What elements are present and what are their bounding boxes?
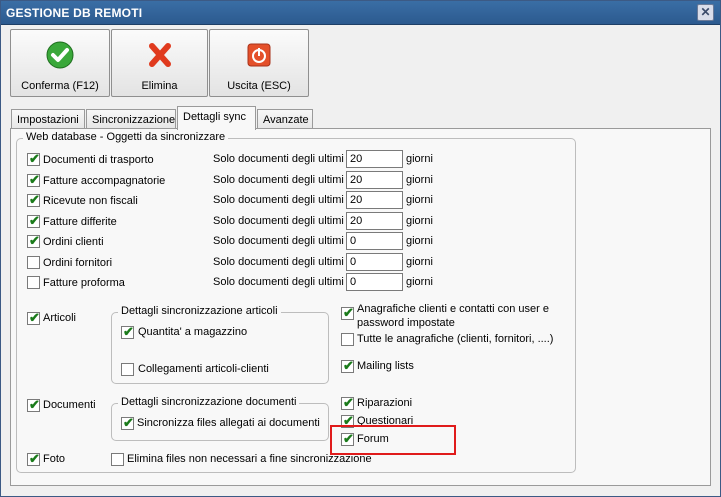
check-icon: ✔ xyxy=(343,395,354,410)
power-icon xyxy=(247,43,271,67)
check-icon: ✔ xyxy=(29,451,40,466)
doc-days-suffix: giorni xyxy=(406,235,433,247)
riparazioni-checkbox[interactable]: ✔ xyxy=(341,395,354,410)
doc-days-suffix: giorni xyxy=(406,194,433,206)
elimina-files-checkbox[interactable] xyxy=(111,453,124,466)
checkmark-icon xyxy=(46,41,74,69)
tutte-anagrafiche-label: Tutte le anagrafiche (clienti, fornitori… xyxy=(357,333,554,345)
tab-avanzate[interactable]: Avanzate xyxy=(257,109,313,129)
doc-days-prefix: Solo documenti degli ultimi xyxy=(213,153,344,165)
documenti-checkbox[interactable]: ✔ xyxy=(27,397,40,412)
check-icon: ✔ xyxy=(29,151,40,166)
doc-checkbox[interactable]: ✔ xyxy=(27,233,40,248)
check-icon: ✔ xyxy=(29,172,40,187)
anagrafiche-user-checkbox[interactable]: ✔ xyxy=(341,305,354,320)
check-icon: ✔ xyxy=(343,305,354,320)
exit-label: Uscita (ESC) xyxy=(227,80,291,92)
collegamenti-articoli-label: Collegamenti articoli-clienti xyxy=(138,363,269,375)
check-icon: ✔ xyxy=(29,397,40,412)
confirm-label: Conferma (F12) xyxy=(21,80,99,92)
doc-checkbox[interactable] xyxy=(27,276,40,289)
delete-button[interactable]: Elimina xyxy=(111,29,208,97)
check-icon: ✔ xyxy=(123,415,134,430)
quantita-magazzino-checkbox[interactable]: ✔ xyxy=(121,324,134,339)
doc-days-suffix: giorni xyxy=(406,153,433,165)
gestione-db-remoti-window: GESTIONE DB REMOTI ✕ Conferma (F12) Elim… xyxy=(0,0,721,497)
doc-checkbox[interactable] xyxy=(27,256,40,269)
riparazioni-label: Riparazioni xyxy=(357,397,413,409)
doc-days-suffix: giorni xyxy=(406,276,433,288)
quantita-magazzino-label: Quantita' a magazzino xyxy=(138,326,248,338)
collegamenti-articoli-checkbox[interactable] xyxy=(121,363,134,376)
delete-label: Elimina xyxy=(141,80,178,92)
doc-label: Ordini fornitori xyxy=(43,257,113,269)
documenti-details-title: Dettagli sincronizzazione documenti xyxy=(118,396,300,408)
articoli-label: Articoli xyxy=(43,312,77,324)
foto-checkbox[interactable]: ✔ xyxy=(27,451,40,466)
check-icon: ✔ xyxy=(343,358,354,373)
check-icon: ✔ xyxy=(123,324,134,339)
doc-label: Documenti di trasporto xyxy=(43,154,154,166)
doc-checkbox[interactable]: ✔ xyxy=(27,213,40,228)
documenti-label: Documenti xyxy=(43,399,96,411)
doc-days-input[interactable]: 20 xyxy=(346,150,403,168)
doc-checkbox[interactable]: ✔ xyxy=(27,151,40,166)
doc-days-input[interactable]: 20 xyxy=(346,171,403,189)
doc-days-prefix: Solo documenti degli ultimi xyxy=(213,276,344,288)
tab-dettagli-sync[interactable]: Dettagli sync xyxy=(177,106,256,130)
doc-checkbox[interactable]: ✔ xyxy=(27,192,40,207)
articoli-checkbox[interactable]: ✔ xyxy=(27,310,40,325)
check-icon: ✔ xyxy=(29,213,40,228)
files-allegati-checkbox[interactable]: ✔ xyxy=(121,415,134,430)
foto-label: Foto xyxy=(43,453,66,465)
forum-highlight-box xyxy=(330,425,456,455)
doc-days-input[interactable]: 0 xyxy=(346,253,403,271)
check-icon: ✔ xyxy=(29,310,40,325)
close-icon: ✕ xyxy=(700,5,711,19)
tab-impostazioni[interactable]: Impostazioni xyxy=(11,109,85,129)
doc-label: Fatture accompagnatorie xyxy=(43,175,166,187)
doc-label: Fatture differite xyxy=(43,216,117,228)
tab-sincronizzazione[interactable]: Sincronizzazione xyxy=(86,109,176,129)
mailing-lists-label: Mailing lists xyxy=(357,360,414,372)
window-title: GESTIONE DB REMOTI xyxy=(6,6,143,20)
doc-days-suffix: giorni xyxy=(406,174,433,186)
tutte-anagrafiche-checkbox[interactable] xyxy=(341,333,354,346)
confirm-button[interactable]: Conferma (F12) xyxy=(10,29,110,97)
check-icon: ✔ xyxy=(29,192,40,207)
doc-days-prefix: Solo documenti degli ultimi xyxy=(213,256,344,268)
mailing-lists-checkbox[interactable]: ✔ xyxy=(341,358,354,373)
doc-days-prefix: Solo documenti degli ultimi xyxy=(213,174,344,186)
doc-days-input[interactable]: 0 xyxy=(346,273,403,291)
exit-button[interactable]: Uscita (ESC) xyxy=(209,29,309,97)
web-database-group-title: Web database - Oggetti da sincronizzare xyxy=(23,131,229,143)
doc-label: Ricevute non fiscali xyxy=(43,195,138,207)
check-icon: ✔ xyxy=(29,233,40,248)
doc-days-input[interactable]: 0 xyxy=(346,232,403,250)
doc-days-suffix: giorni xyxy=(406,215,433,227)
close-button[interactable]: ✕ xyxy=(697,4,714,21)
doc-days-input[interactable]: 20 xyxy=(346,191,403,209)
delete-x-icon xyxy=(148,43,171,67)
doc-label: Ordini clienti xyxy=(43,236,104,248)
articoli-details-title: Dettagli sincronizzazione articoli xyxy=(118,305,281,317)
title-bar: GESTIONE DB REMOTI ✕ xyxy=(1,1,720,25)
doc-days-prefix: Solo documenti degli ultimi xyxy=(213,235,344,247)
doc-label: Fatture proforma xyxy=(43,277,125,289)
doc-days-prefix: Solo documenti degli ultimi xyxy=(213,215,344,227)
doc-days-prefix: Solo documenti degli ultimi xyxy=(213,194,344,206)
files-allegati-label: Sincronizza files allegati ai documenti xyxy=(137,417,320,429)
anagrafiche-user-label: Anagrafiche clienti e contatti con user … xyxy=(357,303,550,329)
doc-days-input[interactable]: 20 xyxy=(346,212,403,230)
doc-days-suffix: giorni xyxy=(406,256,433,268)
doc-checkbox[interactable]: ✔ xyxy=(27,172,40,187)
